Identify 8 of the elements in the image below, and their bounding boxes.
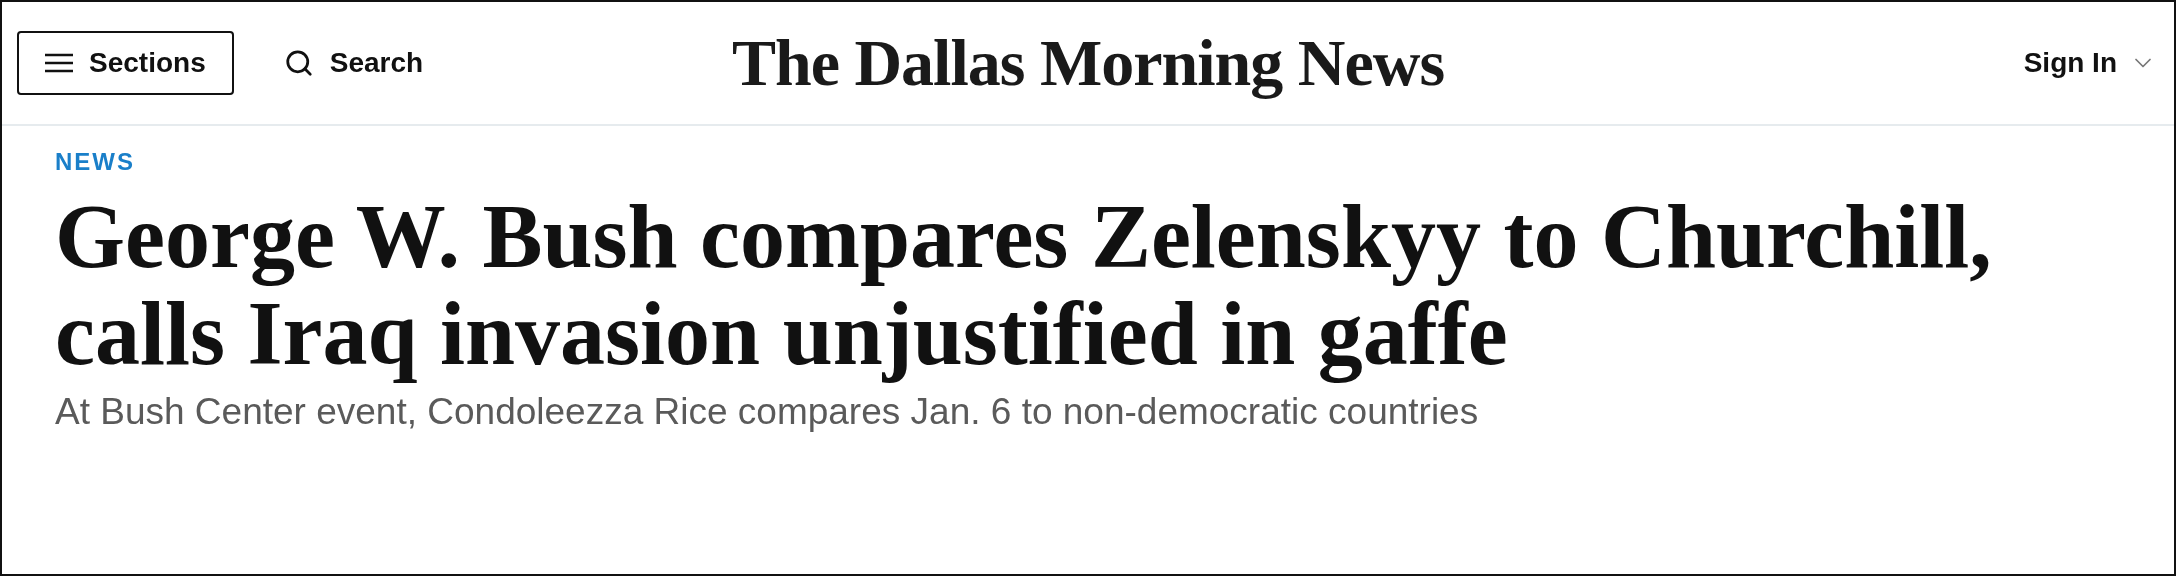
- menu-icon: [45, 53, 73, 73]
- sign-in-button[interactable]: Sign In: [2023, 42, 2159, 84]
- search-link[interactable]: Search: [283, 42, 424, 84]
- section-label[interactable]: NEWS: [55, 144, 135, 180]
- subheadline: At Bush Center event, Condoleezza Rice compares Jan. 6 to non-democratic countries: [55, 390, 1480, 434]
- search-icon: [283, 48, 314, 78]
- headline: George W. Bush compares Zelenskyy to Churchill, calls Iraq invasion unjustified in gaffe: [55, 188, 1993, 382]
- sections-button[interactable]: Sections: [17, 31, 234, 95]
